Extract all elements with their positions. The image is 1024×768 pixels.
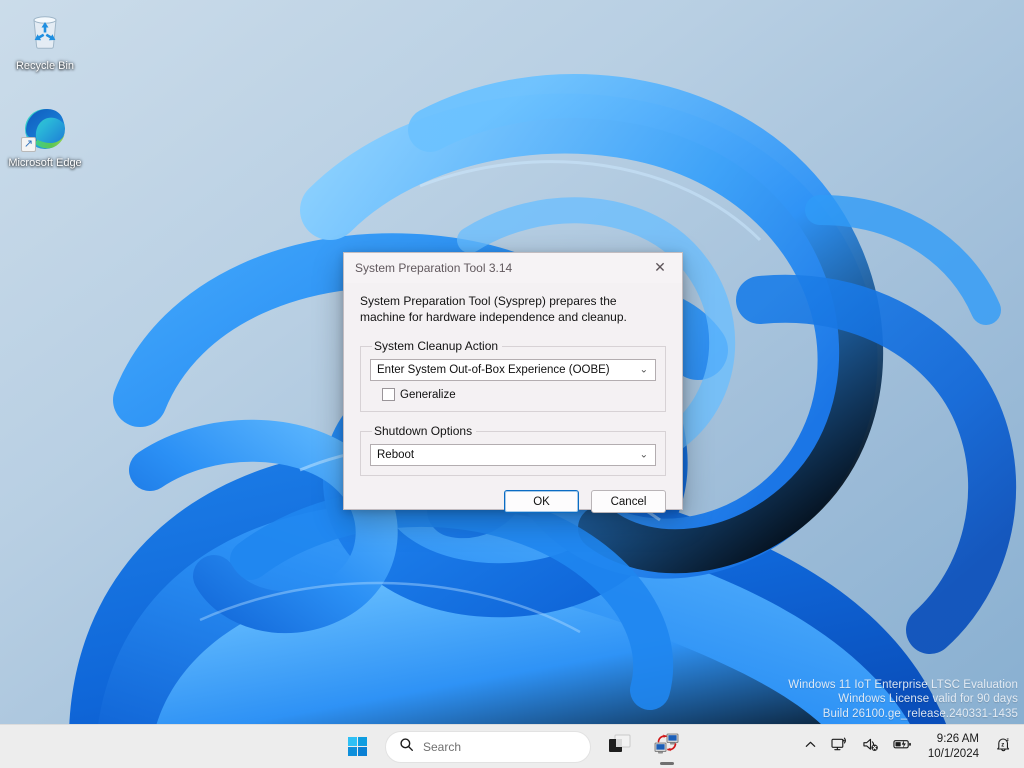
system-cleanup-action-group: System Cleanup Action Enter System Out-o…	[360, 339, 666, 412]
taskbar-center-group: Search	[337, 725, 687, 768]
show-hidden-icons-button[interactable]	[798, 729, 823, 765]
svg-text:z: z	[1006, 737, 1009, 742]
recycle-bin-icon	[21, 8, 69, 56]
generalize-checkbox-label: Generalize	[400, 389, 456, 401]
notifications-button[interactable]: z z	[989, 729, 1018, 765]
dialog-titlebar[interactable]: System Preparation Tool 3.14 ✕	[344, 253, 682, 283]
svg-text:z: z	[1001, 741, 1004, 748]
notifications-dnd-icon: z z	[995, 736, 1012, 757]
battery-icon	[893, 737, 912, 756]
windows-evaluation-watermark: Windows 11 IoT Enterprise LTSC Evaluatio…	[788, 678, 1018, 722]
sysprep-taskbar-icon[interactable]	[647, 727, 687, 767]
system-cleanup-action-legend: System Cleanup Action	[372, 339, 502, 353]
chevron-down-icon: ⌄	[640, 365, 648, 376]
search-icon	[399, 737, 414, 757]
shutdown-options-dropdown[interactable]: Reboot ⌄	[370, 444, 656, 466]
watermark-line-build: Build 26100.ge_release.240331-1435	[788, 707, 1018, 722]
shutdown-options-value: Reboot	[377, 449, 414, 461]
close-icon[interactable]: ✕	[638, 253, 682, 283]
task-view-icon	[608, 734, 631, 759]
task-view-button[interactable]	[599, 727, 639, 767]
generalize-checkbox-row[interactable]: Generalize	[382, 388, 656, 401]
sysprep-icon	[654, 732, 680, 761]
dialog-button-row: OK Cancel	[344, 488, 682, 513]
dialog-title: System Preparation Tool 3.14	[355, 261, 512, 275]
microsoft-edge-icon: ↗	[21, 105, 69, 153]
battery-button[interactable]	[887, 729, 918, 765]
cancel-button[interactable]: Cancel	[591, 490, 666, 513]
volume-button[interactable]	[856, 729, 885, 765]
taskbar[interactable]: Search	[0, 724, 1024, 768]
desktop-icon-label: Recycle Bin	[16, 60, 74, 72]
app-active-indicator	[660, 762, 674, 765]
generalize-checkbox[interactable]	[382, 388, 395, 401]
search-input[interactable]: Search	[385, 731, 591, 763]
shortcut-arrow-icon: ↗	[21, 137, 36, 152]
system-cleanup-action-value: Enter System Out-of-Box Experience (OOBE…	[377, 364, 610, 376]
shutdown-options-legend: Shutdown Options	[372, 424, 476, 438]
volume-muted-icon	[862, 737, 879, 757]
network-icon	[831, 737, 848, 757]
chevron-up-icon	[804, 738, 817, 756]
desktop-icon-microsoft-edge[interactable]: ↗ Microsoft Edge	[6, 105, 84, 170]
search-placeholder: Search	[423, 740, 461, 754]
dialog-body: System Preparation Tool (Sysprep) prepar…	[344, 283, 682, 476]
network-status-button[interactable]	[825, 729, 854, 765]
ok-button[interactable]: OK	[504, 490, 579, 513]
clock-time: 9:26 AM	[928, 732, 979, 747]
system-preparation-tool-dialog[interactable]: System Preparation Tool 3.14 ✕ System Pr…	[343, 252, 683, 510]
system-tray: 9:26 AM 10/1/2024 z z	[798, 725, 1018, 768]
system-cleanup-action-dropdown[interactable]: Enter System Out-of-Box Experience (OOBE…	[370, 359, 656, 381]
desktop[interactable]: Recycle Bin	[0, 0, 1024, 768]
clock-date: 10/1/2024	[928, 747, 979, 762]
desktop-icon-recycle-bin[interactable]: Recycle Bin	[6, 8, 84, 73]
shutdown-options-group: Shutdown Options Reboot ⌄	[360, 424, 666, 476]
windows-start-icon	[348, 737, 367, 756]
start-button[interactable]	[337, 727, 377, 767]
desktop-icon-label: Microsoft Edge	[8, 157, 81, 169]
clock-button[interactable]: 9:26 AM 10/1/2024	[920, 732, 987, 762]
watermark-line-license: Windows License valid for 90 days	[788, 692, 1018, 707]
watermark-line-edition: Windows 11 IoT Enterprise LTSC Evaluatio…	[788, 678, 1018, 693]
chevron-down-icon: ⌄	[640, 450, 648, 461]
dialog-description: System Preparation Tool (Sysprep) prepar…	[360, 293, 660, 325]
